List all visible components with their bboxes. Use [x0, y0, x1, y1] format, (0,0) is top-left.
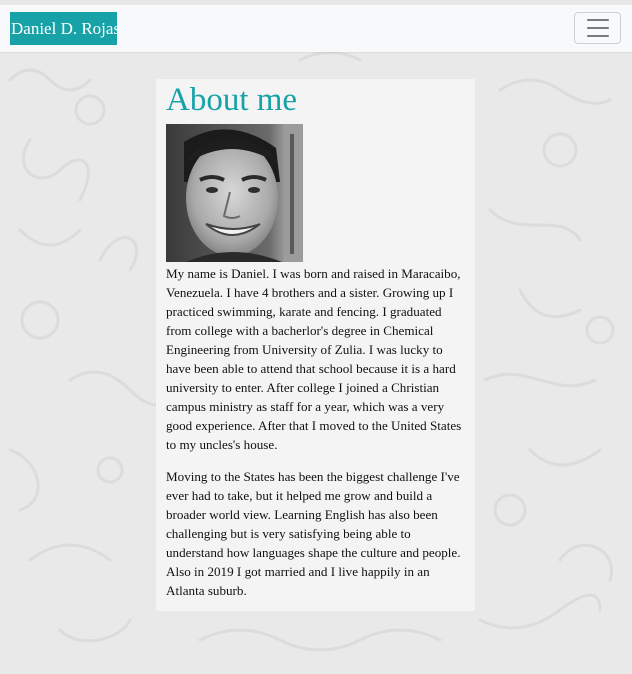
navbar: Daniel D. Rojas: [0, 5, 632, 52]
profile-photo: [166, 124, 303, 262]
about-heading: About me: [166, 82, 298, 118]
hamburger-menu-icon-middle: [586, 27, 609, 29]
navbar-toggle-button[interactable]: [574, 12, 621, 44]
brand-link[interactable]: Daniel D. Rojas: [10, 12, 117, 45]
bio-paragraph-1: My name is Daniel. I was born and raised…: [166, 266, 462, 452]
bio-text: My name is Daniel. I was born and raised…: [166, 264, 465, 600]
hamburger-menu-icon-bottom: [586, 35, 609, 37]
about-card: About me My name is Daniel. I was born a…: [156, 79, 475, 611]
hamburger-menu-icon: [586, 19, 609, 21]
bio-paragraph-2: Moving to the States has been the bigges…: [166, 469, 461, 598]
